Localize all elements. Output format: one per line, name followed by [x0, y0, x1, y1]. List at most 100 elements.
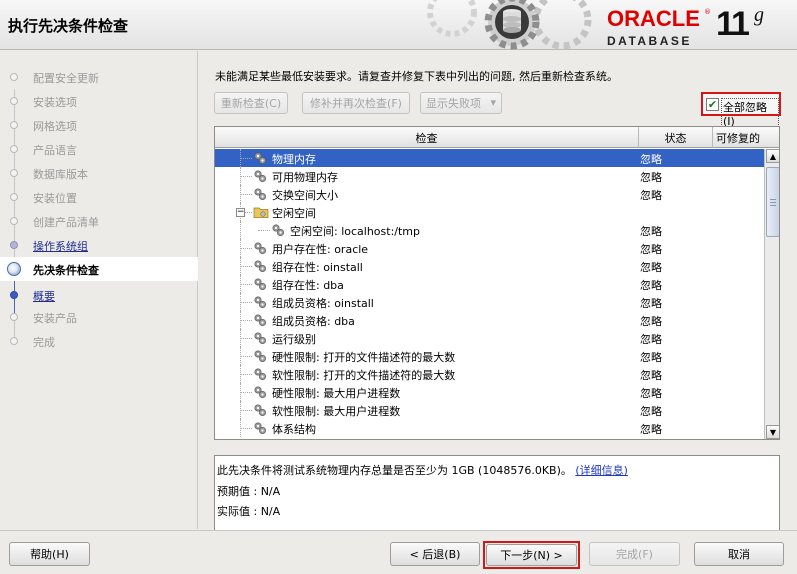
- table-row[interactable]: − 空闲空间: [215, 203, 764, 221]
- step-node-icon: [10, 73, 18, 81]
- step-product-languages: 产品语言: [0, 137, 198, 161]
- check-name: 空闲空间: [272, 207, 316, 220]
- column-header-status[interactable]: 状态: [639, 127, 713, 148]
- table-row[interactable]: 软性限制: 打开的文件描述符的最大数 忽略: [215, 365, 764, 383]
- step-current-icon: [7, 262, 21, 276]
- tree-guide-line: [240, 248, 252, 249]
- column-header-fixable[interactable]: 可修复的: [713, 127, 779, 148]
- tree-guide-line: [240, 239, 241, 257]
- scroll-up-icon[interactable]: ▲: [766, 149, 779, 163]
- gear-icon: [253, 367, 267, 381]
- fix-and-check-button[interactable]: 修补并再次检查(F): [302, 92, 410, 114]
- show-failed-dropdown[interactable]: 显示失败项 ▾: [420, 92, 502, 114]
- step-node-icon: [10, 97, 18, 105]
- step-node-icon: [10, 291, 18, 299]
- tree-guide-line: [240, 284, 252, 285]
- check-status: 忽略: [640, 369, 662, 382]
- check-status: 忽略: [640, 153, 662, 166]
- step-os-groups[interactable]: 操作系统组: [0, 233, 198, 257]
- check-name: 用户存在性: oracle: [272, 243, 369, 256]
- cancel-button[interactable]: 取消: [694, 542, 784, 566]
- registered-mark: ®: [704, 8, 711, 16]
- check-status: 忽略: [640, 279, 662, 292]
- column-header-check[interactable]: 检查: [215, 127, 639, 148]
- tree-guide-line: [240, 158, 252, 159]
- tree-guide-line: [240, 419, 241, 437]
- check-name: 软性限制: 打开的文件描述符的最大数: [272, 369, 456, 382]
- step-install-options: 安装选项: [0, 89, 198, 113]
- table-vertical-scrollbar[interactable]: ▲ ▼: [764, 149, 779, 439]
- step-summary[interactable]: 概要: [0, 283, 198, 307]
- check-status: 忽略: [640, 243, 662, 256]
- table-row[interactable]: 空闲空间: localhost:/tmp 忽略: [215, 221, 764, 239]
- ignore-all-label[interactable]: 全部忽略(I): [721, 98, 779, 129]
- table-row[interactable]: 硬性限制: 最大用户进程数 忽略: [215, 383, 764, 401]
- thumb-grip: [770, 205, 776, 206]
- table-row[interactable]: 组存在性: oinstall 忽略: [215, 257, 764, 275]
- check-name: 物理内存: [272, 153, 316, 166]
- ignore-all-checkbox-group[interactable]: ✔ 全部忽略(I): [701, 92, 781, 129]
- check-name: 组存在性: oinstall: [272, 261, 363, 274]
- details-description: 此先决条件将测试系统物理内存总量是否至少为 1GB (1048576.0KB)。: [217, 464, 572, 477]
- check-name: 运行级别: [272, 333, 316, 346]
- step-grid-options: 网格选项: [0, 113, 198, 137]
- oracle-logo: ORACLE ® DATABASE 11 g: [604, 4, 794, 48]
- table-row[interactable]: 组成员资格: dba 忽略: [215, 311, 764, 329]
- check-name: 可用物理内存: [272, 171, 338, 184]
- check-name: 组成员资格: oinstall: [272, 297, 374, 310]
- show-failed-label: 显示失败项: [426, 97, 481, 110]
- step-label: 数据库版本: [33, 168, 88, 181]
- gears-banner-icon: [412, 0, 592, 50]
- check-status: 忽略: [640, 297, 662, 310]
- table-row[interactable]: 交换空间大小 忽略: [215, 185, 764, 203]
- help-button[interactable]: 帮助(H): [9, 542, 90, 566]
- check-status: 忽略: [640, 387, 662, 400]
- gear-icon: [253, 259, 267, 273]
- step-node-icon: [10, 337, 18, 345]
- step-label: 安装选项: [33, 96, 77, 109]
- tree-guide-line: [240, 374, 252, 375]
- next-button[interactable]: 下一步(N) >: [486, 544, 577, 566]
- check-status: 忽略: [640, 333, 662, 346]
- tree-guide-line: [258, 230, 270, 231]
- table-row[interactable]: 硬性限制: 打开的文件描述符的最大数 忽略: [215, 347, 764, 365]
- step-config-security-updates: 配置安全更新: [0, 65, 198, 89]
- scroll-down-icon[interactable]: ▼: [766, 425, 779, 439]
- table-row[interactable]: 组存在性: dba 忽略: [215, 275, 764, 293]
- details-actual: 实际值 : N/A: [217, 505, 281, 518]
- scrollbar-thumb[interactable]: [766, 167, 779, 237]
- table-row[interactable]: 体系结构 忽略: [215, 419, 764, 437]
- tree-guide-line: [240, 392, 252, 393]
- gear-icon: [253, 385, 267, 399]
- gear-icon: [253, 421, 267, 435]
- more-details-link[interactable]: (详细信息): [575, 464, 628, 477]
- ignore-all-checkbox[interactable]: ✔: [706, 98, 719, 111]
- collapse-toggle-icon[interactable]: −: [236, 208, 245, 217]
- step-node-icon: [10, 217, 18, 225]
- recheck-button[interactable]: 重新检查(C): [214, 92, 288, 114]
- gear-icon: [253, 241, 267, 255]
- back-button[interactable]: < 后退(B): [390, 542, 480, 566]
- step-node-icon: [10, 145, 18, 153]
- check-name: 交换空间大小: [272, 189, 338, 202]
- step-prerequisite-checks: 先决条件检查: [0, 257, 198, 281]
- check-status: 忽略: [640, 405, 662, 418]
- table-row[interactable]: 物理内存 忽略: [215, 149, 764, 167]
- table-row[interactable]: 运行级别 忽略: [215, 329, 764, 347]
- table-row[interactable]: 组成员资格: oinstall 忽略: [215, 293, 764, 311]
- step-node-icon: [10, 241, 18, 249]
- finish-button[interactable]: 完成(F): [589, 542, 680, 566]
- step-finish: 完成: [0, 329, 198, 353]
- table-row[interactable]: 用户存在性: oracle 忽略: [215, 239, 764, 257]
- chevron-down-icon: ▾: [490, 96, 496, 109]
- table-row[interactable]: 可用物理内存 忽略: [215, 167, 764, 185]
- step-label[interactable]: 概要: [33, 288, 55, 304]
- details-expected: 预期值 : N/A: [217, 485, 281, 498]
- check-status: 忽略: [640, 225, 662, 238]
- table-row[interactable]: 软性限制: 最大用户进程数 忽略: [215, 401, 764, 419]
- step-label: 安装产品: [33, 312, 77, 325]
- check-name: 空闲空间: localhost:/tmp: [290, 225, 421, 238]
- check-status: 忽略: [640, 351, 662, 364]
- step-label[interactable]: 操作系统组: [33, 238, 88, 254]
- gear-icon: [253, 295, 267, 309]
